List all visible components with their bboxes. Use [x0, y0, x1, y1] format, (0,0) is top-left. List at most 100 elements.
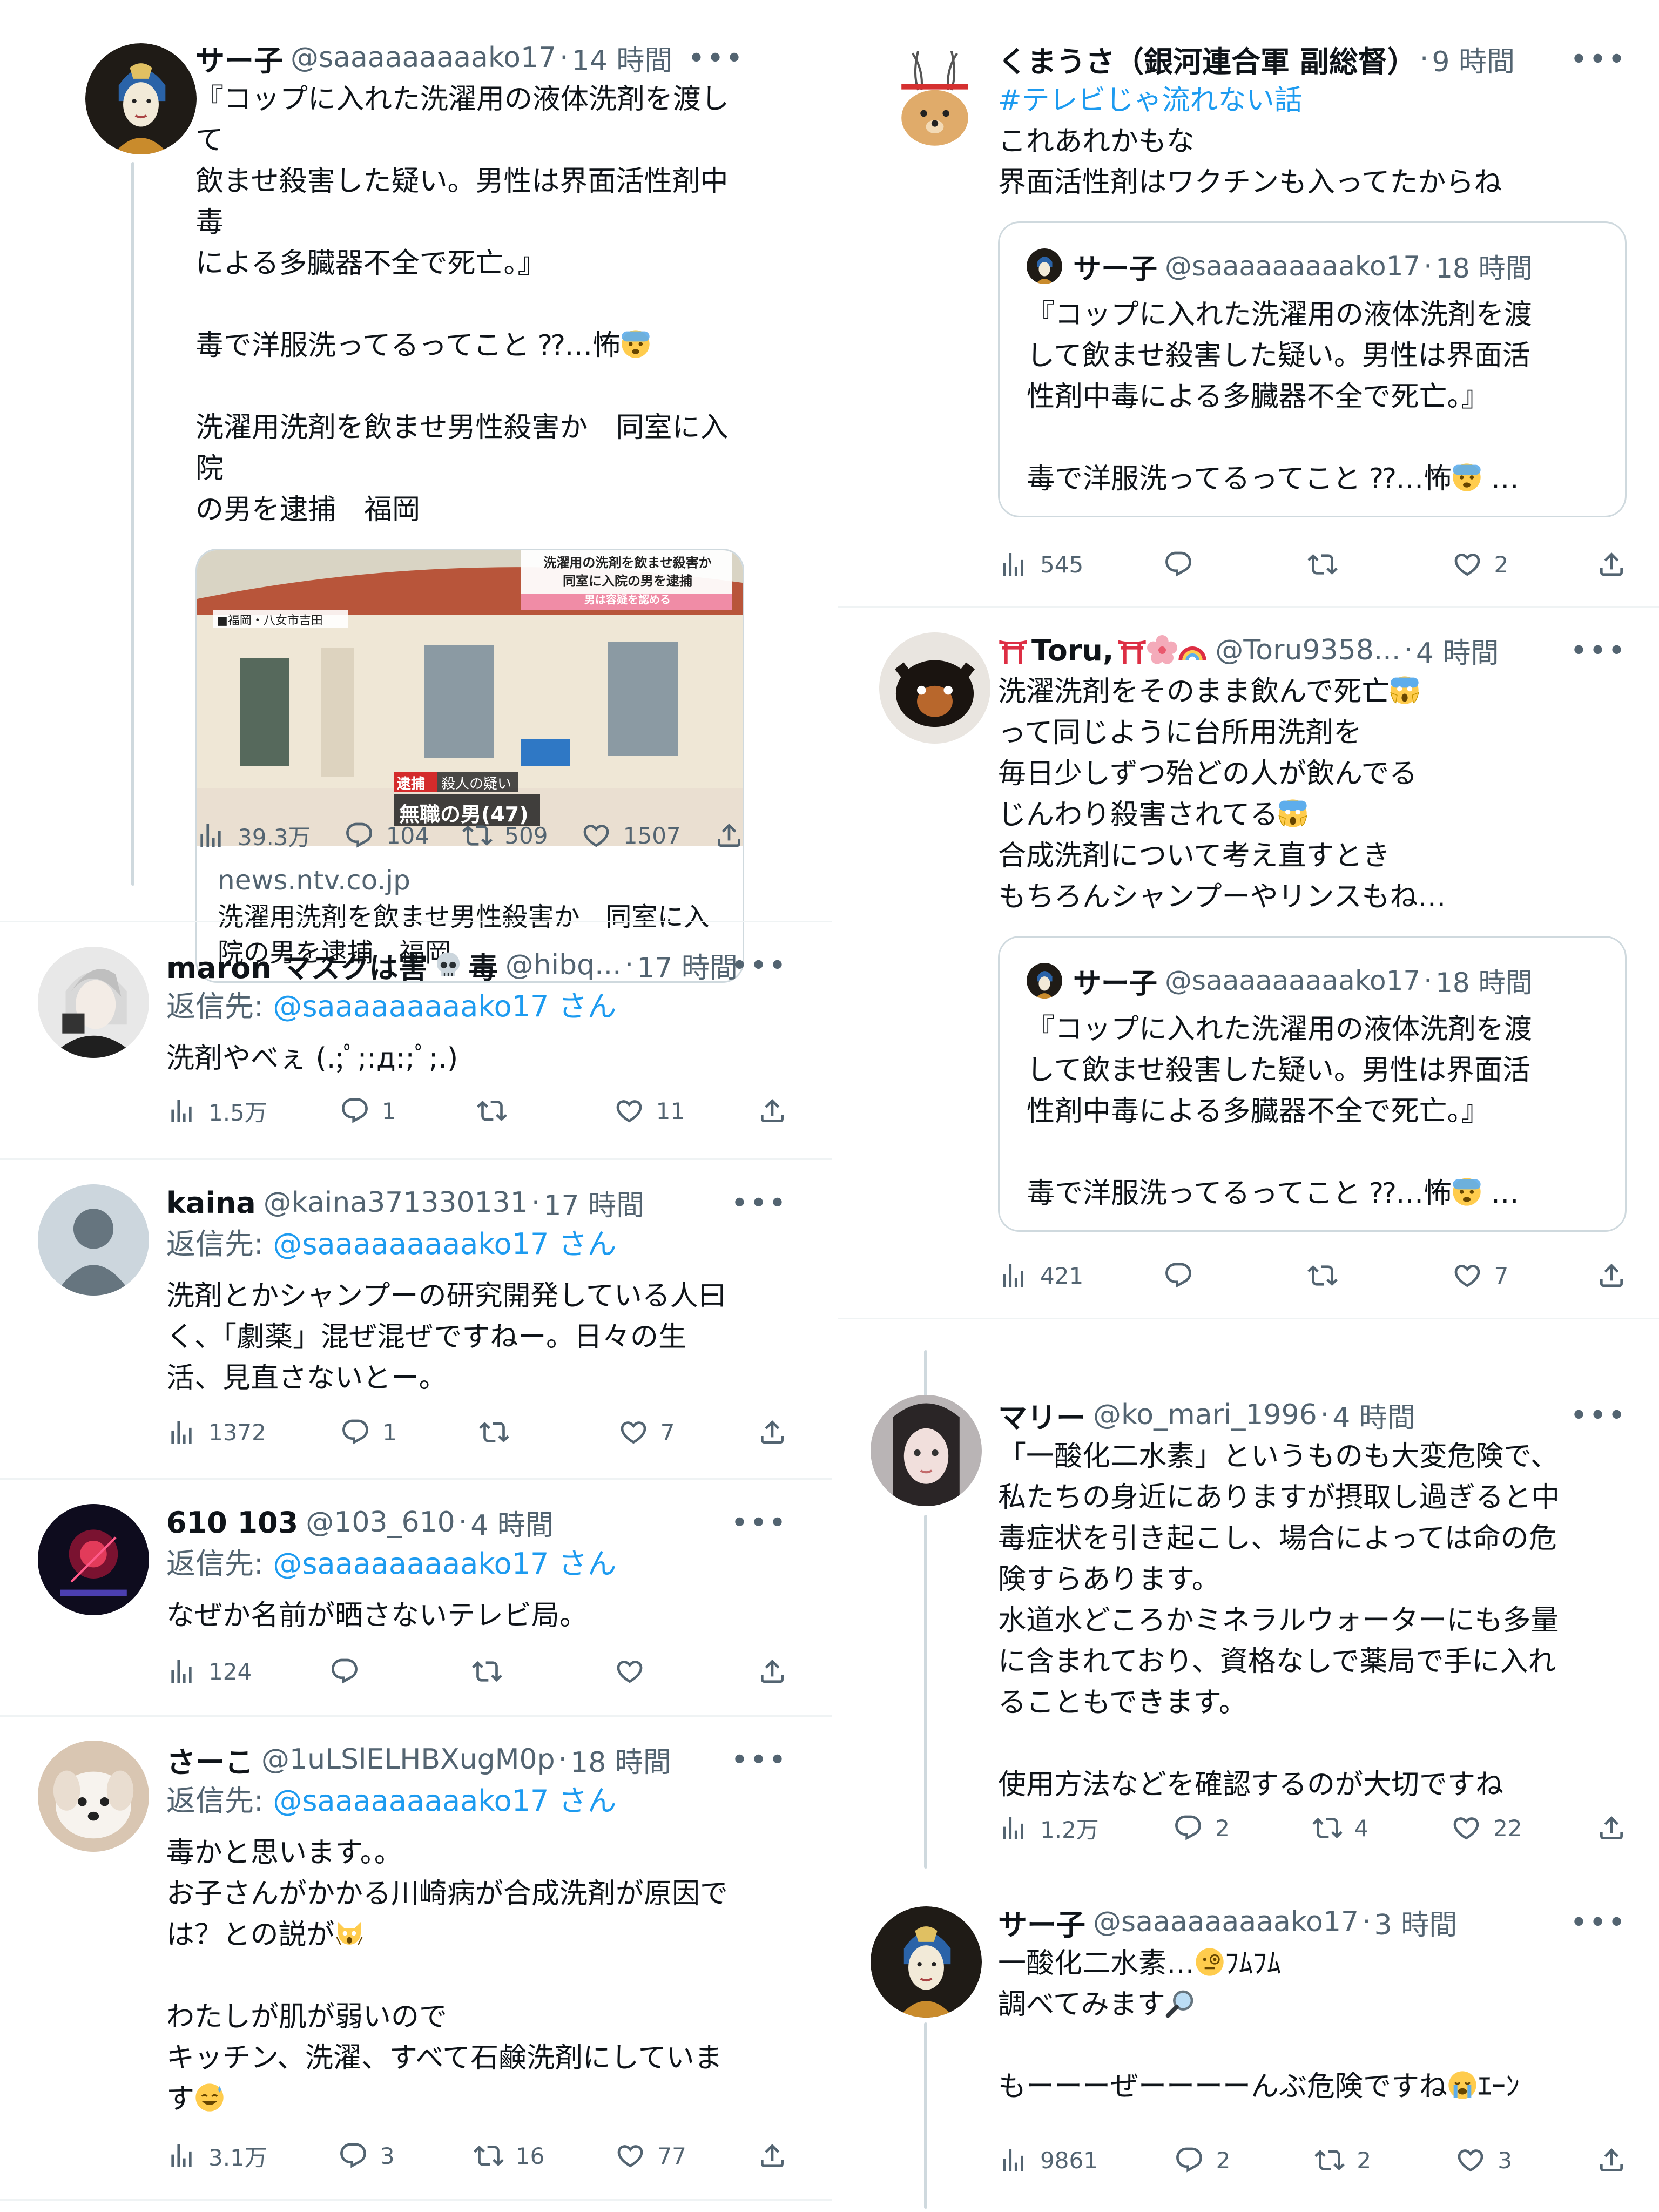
- views-button[interactable]: 9861: [998, 2145, 1098, 2175]
- views-button[interactable]: 1.2万: [998, 1812, 1099, 1845]
- timestamp[interactable]: 4 時間: [1416, 630, 1499, 671]
- user-handle[interactable]: @1uLSlELHBXugM0p: [261, 1743, 555, 1776]
- avatar[interactable]: [85, 43, 197, 154]
- retweet-button[interactable]: [479, 1417, 544, 1447]
- timestamp[interactable]: 17 時間: [543, 1183, 644, 1223]
- avatar[interactable]: [38, 1741, 149, 1852]
- more-icon[interactable]: •••: [1570, 633, 1627, 669]
- quote-tweet[interactable]: くまうさ（銀河連合軍 副総督） · 9 時間 ••• #テレビじゃ流れない話 こ…: [838, 0, 1659, 605]
- retweet-button[interactable]: 4: [1312, 1813, 1377, 1843]
- quoted-tweet[interactable]: サー子 @saaaaaaaaako17 · 18 時間 『コップに入れた洗濯用の…: [998, 936, 1627, 1232]
- user-handle[interactable]: @kaina371330131: [264, 1186, 528, 1219]
- reply-to-link[interactable]: @saaaaaaaaako17 さん: [273, 989, 616, 1023]
- more-icon[interactable]: •••: [687, 41, 744, 76]
- like-button[interactable]: 3: [1455, 2145, 1520, 2175]
- reply-tweet[interactable]: 610 103 @103_610 · 4 時間 ••• 返信先: @saaaaa…: [0, 1481, 832, 1713]
- share-button[interactable]: [1596, 2145, 1627, 2175]
- user-handle[interactable]: @103_610: [306, 1506, 455, 1539]
- reply-to-link[interactable]: @saaaaaaaaako17 さん: [273, 1227, 616, 1261]
- like-button[interactable]: 2: [1452, 549, 1517, 579]
- reply-button[interactable]: 2: [1174, 2145, 1239, 2175]
- share-button[interactable]: [757, 1096, 787, 1126]
- display-name[interactable]: kaina: [166, 1186, 256, 1220]
- avatar[interactable]: [871, 1395, 982, 1506]
- reply-button[interactable]: [1163, 549, 1228, 579]
- retweet-button[interactable]: [1307, 549, 1372, 579]
- avatar[interactable]: [38, 947, 149, 1058]
- reply-button[interactable]: [329, 1656, 394, 1687]
- timestamp[interactable]: 3 時間: [1374, 1902, 1458, 1943]
- display-name[interactable]: サー子: [998, 1901, 1085, 1943]
- reply-button[interactable]: 1: [340, 1096, 404, 1126]
- display-name[interactable]: マリー: [998, 1394, 1085, 1436]
- quote-tweet[interactable]: Toru, @Toru9358... · 4 時間 ••• 洗濯洗剤をそのまま飲…: [838, 609, 1659, 1316]
- retweet-button[interactable]: 16: [474, 2141, 544, 2171]
- share-button[interactable]: [757, 2141, 787, 2171]
- more-icon[interactable]: •••: [1570, 1398, 1627, 1433]
- timestamp[interactable]: 18 時間: [570, 1739, 671, 1780]
- timestamp[interactable]: 4 時間: [470, 1502, 554, 1543]
- display-name[interactable]: 610 103: [166, 1506, 298, 1540]
- reply-button[interactable]: 1: [340, 1417, 405, 1447]
- reply-tweet[interactable]: kaina @kaina371330131 · 17 時間 ••• 返信先: @…: [0, 1161, 832, 1477]
- views-button[interactable]: 1.5万: [166, 1095, 267, 1128]
- card-domain[interactable]: news.ntv.co.jp: [218, 861, 722, 899]
- reply-to-link[interactable]: @saaaaaaaaako17 さん: [273, 1547, 616, 1581]
- retweet-button[interactable]: 509: [462, 820, 548, 851]
- user-handle[interactable]: @ko_mari_1996: [1093, 1399, 1317, 1431]
- share-button[interactable]: [757, 1656, 787, 1687]
- thread-tweet[interactable]: マリー @ko_mari_1996 · 4 時間 ••• 「一酸化二水素」という…: [838, 1320, 1659, 1869]
- more-icon[interactable]: •••: [1570, 1905, 1627, 1940]
- reply-button[interactable]: [1163, 1260, 1228, 1291]
- user-handle[interactable]: @Toru9358...: [1215, 634, 1400, 666]
- like-button[interactable]: 1507: [581, 820, 681, 851]
- views-button[interactable]: 1372: [166, 1417, 266, 1447]
- reply-button[interactable]: 2: [1173, 1813, 1238, 1843]
- display-name[interactable]: くまうさ（銀河連合軍 副総督）: [998, 38, 1417, 80]
- avatar[interactable]: [879, 632, 990, 744]
- like-button[interactable]: 11: [614, 1096, 685, 1126]
- views-button[interactable]: 124: [166, 1656, 252, 1687]
- user-handle[interactable]: @saaaaaaaaako17: [291, 42, 556, 74]
- timestamp[interactable]: 4 時間: [1332, 1395, 1415, 1435]
- timestamp[interactable]: 9 時間: [1432, 39, 1515, 79]
- hashtag-link[interactable]: #テレビじゃ流れない話: [998, 80, 1627, 121]
- display-name[interactable]: さーこ: [166, 1738, 254, 1781]
- share-button[interactable]: [1596, 549, 1627, 579]
- avatar[interactable]: [871, 1906, 982, 2018]
- like-button[interactable]: [615, 1656, 679, 1687]
- like-button[interactable]: 7: [1452, 1260, 1517, 1291]
- views-button[interactable]: 39.3万: [195, 819, 311, 852]
- share-button[interactable]: [714, 820, 744, 851]
- more-icon[interactable]: •••: [731, 1743, 787, 1778]
- retweet-button[interactable]: [472, 1656, 537, 1687]
- share-button[interactable]: [1596, 1813, 1627, 1843]
- like-button[interactable]: 7: [618, 1417, 683, 1447]
- views-button[interactable]: 545: [998, 549, 1083, 579]
- reply-to-link[interactable]: @saaaaaaaaako17 さん: [273, 1784, 616, 1818]
- display-name[interactable]: maron マスクは害: [166, 944, 428, 986]
- user-handle[interactable]: @hibq...: [505, 949, 622, 981]
- thread-tweet[interactable]: サー子 @saaaaaaaaako17 · 3 時間 ••• 一酸化二水素… ﾌﾑ…: [838, 1869, 1659, 2209]
- retweet-button[interactable]: 2: [1314, 2145, 1379, 2175]
- link-card[interactable]: 洗濯用の洗剤を飲ませ殺害か 同室に入院の男を逮捕 男は容疑を認める ■福岡・八女…: [195, 549, 744, 983]
- avatar[interactable]: [38, 1504, 149, 1615]
- views-button[interactable]: 421: [998, 1260, 1083, 1291]
- more-icon[interactable]: •••: [731, 948, 787, 983]
- more-icon[interactable]: •••: [731, 1506, 787, 1541]
- display-name-2[interactable]: 毒: [469, 944, 498, 986]
- like-button[interactable]: 77: [615, 2141, 686, 2171]
- quoted-tweet[interactable]: サー子 @saaaaaaaaako17 · 18 時間 『コップに入れた洗濯用の…: [998, 221, 1627, 517]
- share-button[interactable]: [1596, 1260, 1627, 1291]
- more-icon[interactable]: •••: [731, 1186, 787, 1221]
- avatar[interactable]: [38, 1184, 149, 1296]
- reply-button[interactable]: 104: [344, 820, 429, 851]
- avatar[interactable]: [879, 40, 990, 151]
- timestamp[interactable]: 17 時間: [637, 945, 738, 986]
- retweet-button[interactable]: [477, 1096, 542, 1126]
- user-handle[interactable]: @saaaaaaaaako17: [1093, 1906, 1359, 1938]
- like-button[interactable]: 22: [1451, 1813, 1522, 1843]
- share-button[interactable]: [757, 1417, 787, 1447]
- reply-button[interactable]: 3: [338, 2141, 403, 2171]
- views-button[interactable]: 3.1万: [166, 2140, 267, 2173]
